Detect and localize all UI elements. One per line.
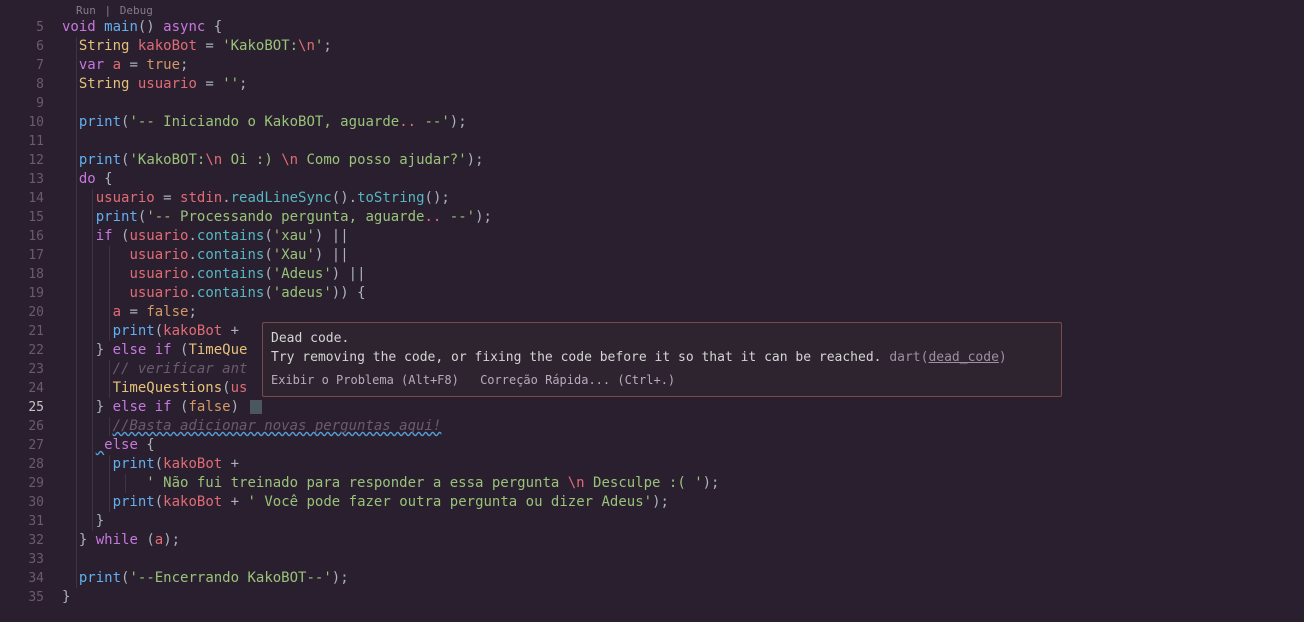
codelens: Run | Debug xyxy=(76,4,153,17)
line-number[interactable]: 24 xyxy=(0,379,44,398)
line-number[interactable]: 5 xyxy=(0,18,44,37)
line-number[interactable]: 20 xyxy=(0,303,44,322)
line-number[interactable]: 13 xyxy=(0,170,44,189)
line-number[interactable]: 17 xyxy=(0,246,44,265)
line-number[interactable]: 21 xyxy=(0,322,44,341)
line-number[interactable]: 30 xyxy=(0,493,44,512)
line-number[interactable]: 14 xyxy=(0,189,44,208)
action-view-problem[interactable]: Exibir o Problema (Alt+F8) xyxy=(271,373,459,387)
code-lines[interactable]: void main() async { String kakoBot = 'Ka… xyxy=(62,18,1304,607)
editor-container: 5 6 7 8 9 10 11 12 13 14 15 16 17 18 19 … xyxy=(0,0,1304,622)
hover-tooltip[interactable]: Dead code. Try removing the code, or fix… xyxy=(262,322,1062,397)
line-number[interactable]: 11 xyxy=(0,132,44,151)
line-number[interactable]: 12 xyxy=(0,151,44,170)
line-number[interactable]: 7 xyxy=(0,56,44,75)
line-number[interactable]: 10 xyxy=(0,113,44,132)
action-quick-fix[interactable]: Correção Rápida... (Ctrl+.) xyxy=(480,373,675,387)
codelens-run[interactable]: Run xyxy=(76,4,96,17)
line-number[interactable]: 15 xyxy=(0,208,44,227)
line-number[interactable]: 8 xyxy=(0,75,44,94)
line-number[interactable]: 28 xyxy=(0,455,44,474)
line-number[interactable]: 33 xyxy=(0,550,44,569)
line-number[interactable]: 35 xyxy=(0,588,44,607)
tooltip-message: Dead code. Try removing the code, or fix… xyxy=(271,329,1053,367)
line-number[interactable]: 31 xyxy=(0,512,44,531)
line-number[interactable]: 23 xyxy=(0,360,44,379)
line-number[interactable]: 27 xyxy=(0,436,44,455)
line-number[interactable]: 19 xyxy=(0,284,44,303)
line-number[interactable]: 22 xyxy=(0,341,44,360)
line-number[interactable]: 9 xyxy=(0,94,44,113)
line-number[interactable]: 26 xyxy=(0,417,44,436)
line-number[interactable]: 29 xyxy=(0,474,44,493)
line-number[interactable]: 16 xyxy=(0,227,44,246)
line-number-gutter: 5 6 7 8 9 10 11 12 13 14 15 16 17 18 19 … xyxy=(0,0,62,622)
dead-code-marker xyxy=(250,400,262,414)
codelens-debug[interactable]: Debug xyxy=(120,4,153,17)
tooltip-actions: Exibir o Problema (Alt+F8) Correção Rápi… xyxy=(271,371,1053,390)
line-number[interactable]: 18 xyxy=(0,265,44,284)
line-number[interactable]: 6 xyxy=(0,37,44,56)
code-area[interactable]: Run | Debug void main() async { String k… xyxy=(62,0,1304,622)
line-number[interactable]: 32 xyxy=(0,531,44,550)
tooltip-link-dead-code[interactable]: dead_code xyxy=(928,350,998,365)
line-number[interactable]: 34 xyxy=(0,569,44,588)
line-number[interactable]: 25 xyxy=(0,398,44,417)
